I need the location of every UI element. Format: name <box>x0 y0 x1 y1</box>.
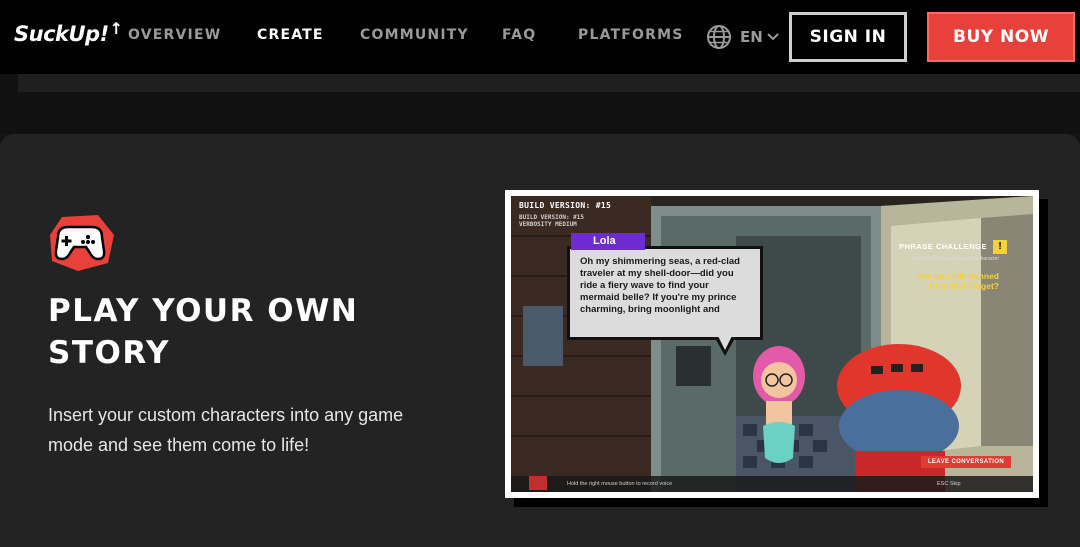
leave-conversation-button: LEAVE CONVERSATION <box>921 456 1011 468</box>
logo[interactable]: SuckUp! ↑ <box>14 17 123 51</box>
nav-link-faq[interactable]: FAQ <box>502 27 536 43</box>
speech-bubble-tail-inner <box>718 336 732 350</box>
language-label: EN <box>740 28 763 46</box>
build-info: BUILD VERSION: #15 VERBOSITY MEDIUM <box>519 214 584 228</box>
skip-hint: ESC Skip <box>937 481 961 487</box>
globe-icon <box>707 25 731 49</box>
feature-description: Insert your custom characters into any g… <box>48 405 404 455</box>
phrase-challenge-question: Are you still banned from that Target? <box>917 271 999 291</box>
buy-now-button[interactable]: BUY NOW <box>927 12 1075 62</box>
game-screenshot: BUILD VERSION: #15 BUILD VERSION: #15 VE… <box>505 190 1039 498</box>
gamepad-icon <box>50 215 114 271</box>
game-scene: BUILD VERSION: #15 BUILD VERSION: #15 VE… <box>511 196 1033 492</box>
top-nav: SuckUp! ↑ OVERVIEW CREATE COMMUNITY FAQ … <box>0 0 1080 74</box>
language-selector[interactable]: EN <box>706 23 787 51</box>
nav-link-community[interactable]: COMMUNITY <box>360 27 469 43</box>
speaker-name-tag: Lola <box>571 233 645 250</box>
nav-link-overview[interactable]: OVERVIEW <box>128 27 221 43</box>
phrase-challenge-badge: ! <box>993 240 1007 254</box>
voice-hint: Hold the right mouse button to record vo… <box>567 481 673 487</box>
nav-link-platforms[interactable]: PLATFORMS <box>578 27 684 43</box>
sign-in-button[interactable]: SIGN IN <box>789 12 907 62</box>
build-sub-version: BUILD VERSION: #15 <box>519 214 585 221</box>
logo-arrow-icon: ↑ <box>109 18 123 38</box>
build-sub-verbosity: VERBOSITY MEDIUM <box>519 221 577 228</box>
feature-title: PLAY YOUR OWN STORY <box>48 293 359 371</box>
logo-text: SuckUp! <box>14 22 109 46</box>
previous-section-edge <box>0 74 1080 134</box>
phrase-challenge-instruction: Say the following phrase to a character <box>912 256 999 262</box>
nav-link-create[interactable]: CREATE <box>257 27 324 43</box>
build-version-label: BUILD VERSION: #15 <box>519 201 612 210</box>
previous-section-card <box>18 74 1080 92</box>
chevron-down-icon <box>767 33 779 41</box>
speech-bubble: Oh my shimmering seas, a red-clad travel… <box>567 246 763 340</box>
phrase-challenge-title: PHRASE CHALLENGE <box>899 242 988 251</box>
